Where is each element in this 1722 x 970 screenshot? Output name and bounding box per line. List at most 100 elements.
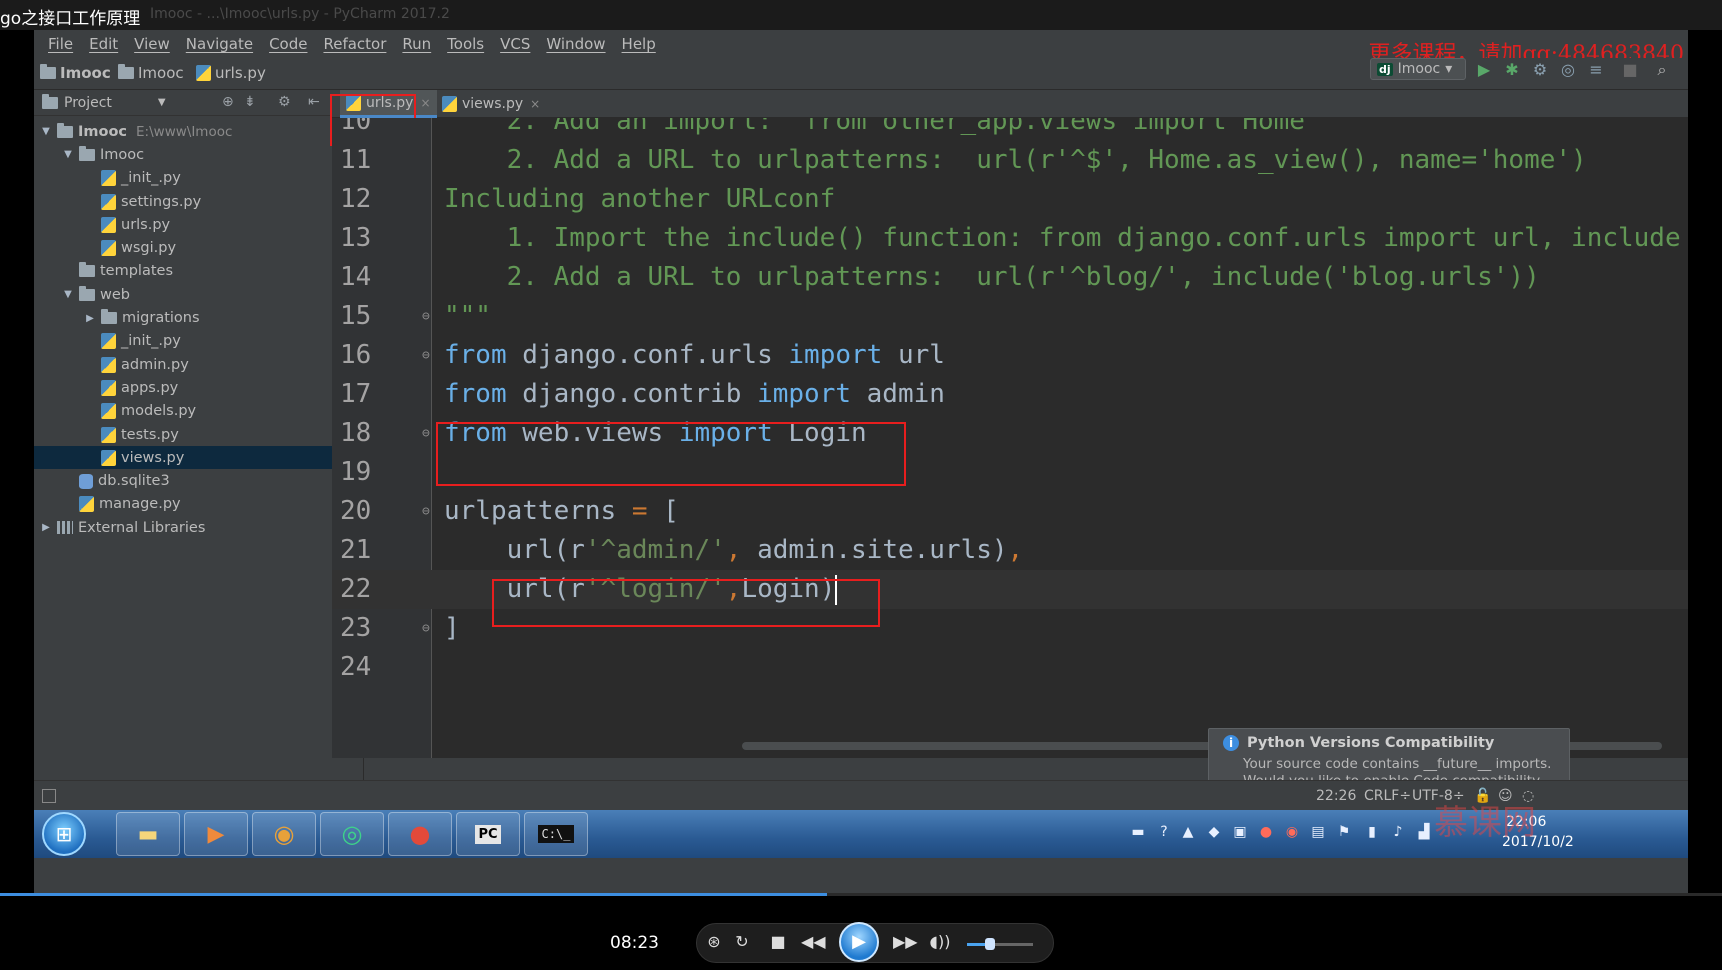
tree-item[interactable]: models.py: [34, 400, 363, 423]
tree-item[interactable]: views.py: [34, 446, 363, 470]
code-line[interactable]: 13 1. Import the include() function: fro…: [332, 219, 1688, 258]
close-icon[interactable]: ×: [420, 96, 430, 110]
chevron-down-icon[interactable]: ▼: [62, 289, 74, 300]
project-view-selector[interactable]: Project: [64, 95, 112, 111]
cmd-taskbar-button[interactable]: C:\_: [524, 812, 588, 856]
code-line[interactable]: 12 Including another URLconf: [332, 180, 1688, 219]
line-separator[interactable]: CRLF÷: [1364, 788, 1411, 804]
debug-icon[interactable]: ✱: [1502, 60, 1522, 80]
fold-marker-icon[interactable]: ⊖: [422, 621, 436, 637]
profile-icon[interactable]: ◎: [1558, 60, 1578, 80]
menu-navigate[interactable]: Navigate: [178, 35, 261, 53]
close-icon[interactable]: ×: [530, 97, 540, 111]
tree-item[interactable]: urls.py: [34, 213, 363, 236]
tray-chat-icon[interactable]: ▣: [1232, 824, 1248, 840]
tree-item[interactable]: db.sqlite3: [34, 469, 363, 492]
cursor-position[interactable]: 22:26: [1316, 788, 1356, 804]
chevron-down-icon[interactable]: ▼: [158, 97, 166, 108]
chevron-down-icon[interactable]: ▼: [62, 149, 74, 160]
scroll-from-source-icon[interactable]: ⊕: [222, 94, 234, 110]
tab-views-py[interactable]: views.py ×: [436, 90, 546, 118]
tree-item[interactable]: apps.py: [34, 376, 363, 399]
code-line[interactable]: 21 url(r'^admin/', admin.site.urls),: [332, 531, 1688, 570]
coverage-icon[interactable]: ⚙: [1530, 60, 1550, 80]
code-line[interactable]: 11 2. Add a URL to urlpatterns: url(r'^$…: [332, 141, 1688, 180]
code-line[interactable]: 20 ⊖ urlpatterns = [: [332, 492, 1688, 531]
stop-icon[interactable]: ■: [767, 932, 789, 951]
tree-item[interactable]: ▼ Imooc E:\www\Imooc: [34, 120, 363, 143]
recorder-taskbar-button[interactable]: ●: [388, 812, 452, 856]
explorer-taskbar-button[interactable]: ▬: [116, 812, 180, 856]
menu-help[interactable]: Help: [614, 35, 664, 53]
fold-marker-icon[interactable]: ⊖: [422, 309, 436, 325]
volume-slider[interactable]: [967, 938, 1033, 950]
code-line[interactable]: 10 2. Add an import: from other_app.view…: [332, 118, 1688, 141]
code-editor[interactable]: 10 2. Add an import: from other_app.view…: [332, 118, 1688, 758]
chevron-right-icon[interactable]: ▶: [84, 313, 96, 324]
tray-network-icon[interactable]: ▬: [1130, 824, 1146, 840]
hide-panel-icon[interactable]: ⇤: [308, 94, 320, 110]
breadcrumb-project[interactable]: Imooc: [40, 64, 111, 82]
chevron-right-icon[interactable]: ▶: [40, 522, 52, 533]
volume-knob[interactable]: [985, 938, 996, 950]
menu-tools[interactable]: Tools: [439, 35, 492, 53]
tray-flag-icon[interactable]: ⚑: [1336, 824, 1352, 840]
tree-item[interactable]: _init_.py: [34, 167, 363, 190]
start-button[interactable]: ⊞: [42, 812, 86, 856]
tool-window-toggle-icon[interactable]: [42, 789, 56, 803]
concurrency-icon[interactable]: ≡: [1586, 60, 1606, 80]
breadcrumb-package[interactable]: Imooc: [118, 64, 184, 82]
menu-edit[interactable]: Edit: [81, 35, 126, 53]
run-icon[interactable]: ▶: [1474, 60, 1494, 80]
run-configuration-select[interactable]: dj Imooc ▾: [1370, 58, 1466, 80]
tray-help-icon[interactable]: ?: [1156, 824, 1172, 840]
code-line[interactable]: 15 ⊖ """: [332, 297, 1688, 336]
breadcrumb-file[interactable]: urls.py: [196, 64, 266, 82]
tree-item[interactable]: ▼ Imooc: [34, 143, 363, 166]
fast-forward-icon[interactable]: ▶▶: [893, 932, 918, 951]
volume-icon[interactable]: ◖)): [929, 932, 951, 951]
chevron-down-icon[interactable]: ▼: [40, 126, 52, 137]
tray-device-icon[interactable]: ▤: [1310, 824, 1326, 840]
pycharm-taskbar-button[interactable]: PC: [456, 812, 520, 856]
code-line[interactable]: 14 2. Add a URL to urlpatterns: url(r'^b…: [332, 258, 1688, 297]
tray-shield-icon[interactable]: ◆: [1206, 824, 1222, 840]
progress-bar[interactable]: [0, 893, 1722, 896]
rewind-icon[interactable]: ◀◀: [801, 932, 826, 951]
tray-volume-icon[interactable]: ♪: [1390, 824, 1406, 840]
menu-refactor[interactable]: Refactor: [315, 35, 394, 53]
menu-window[interactable]: Window: [538, 35, 613, 53]
subtitle-icon[interactable]: ⊛: [703, 932, 725, 951]
tree-item[interactable]: manage.py: [34, 493, 363, 516]
media-taskbar-button[interactable]: ▶: [184, 812, 248, 856]
tree-item[interactable]: settings.py: [34, 190, 363, 213]
stop-icon[interactable]: ■: [1620, 60, 1640, 80]
tree-item[interactable]: tests.py: [34, 423, 363, 446]
search-icon[interactable]: ⌕: [1652, 60, 1672, 80]
code-line[interactable]: 17 from django.contrib import admin: [332, 375, 1688, 414]
collapse-all-icon[interactable]: ⇟: [244, 94, 256, 110]
play-button[interactable]: ▶: [839, 922, 879, 962]
tray-record-icon[interactable]: ●: [1258, 824, 1274, 840]
fold-marker-icon[interactable]: ⊖: [422, 348, 436, 364]
fold-marker-icon[interactable]: ⊖: [422, 426, 436, 442]
app-taskbar-button[interactable]: ◎: [320, 812, 384, 856]
menu-view[interactable]: View: [126, 35, 178, 53]
menu-run[interactable]: Run: [394, 35, 439, 53]
tray-signal-icon[interactable]: ▟: [1416, 824, 1432, 840]
code-line[interactable]: 24: [332, 648, 1688, 687]
repeat-icon[interactable]: ↻: [731, 932, 753, 951]
tree-item[interactable]: wsgi.py: [34, 236, 363, 259]
tray-icon[interactable]: ▲: [1180, 824, 1196, 840]
code-line[interactable]: 16 ⊖ from django.conf.urls import url: [332, 336, 1688, 375]
tree-item[interactable]: templates: [34, 260, 363, 283]
tree-item[interactable]: ▼ web: [34, 283, 363, 306]
menu-vcs[interactable]: VCS: [492, 35, 538, 53]
tree-item[interactable]: _init_.py: [34, 330, 363, 353]
menu-code[interactable]: Code: [261, 35, 315, 53]
chrome-taskbar-button[interactable]: ◉: [252, 812, 316, 856]
tray-app-icon[interactable]: ◉: [1284, 824, 1300, 840]
tree-item[interactable]: ▶ External Libraries: [34, 516, 363, 539]
tree-item[interactable]: admin.py: [34, 353, 363, 376]
fold-marker-icon[interactable]: ⊖: [422, 504, 436, 520]
